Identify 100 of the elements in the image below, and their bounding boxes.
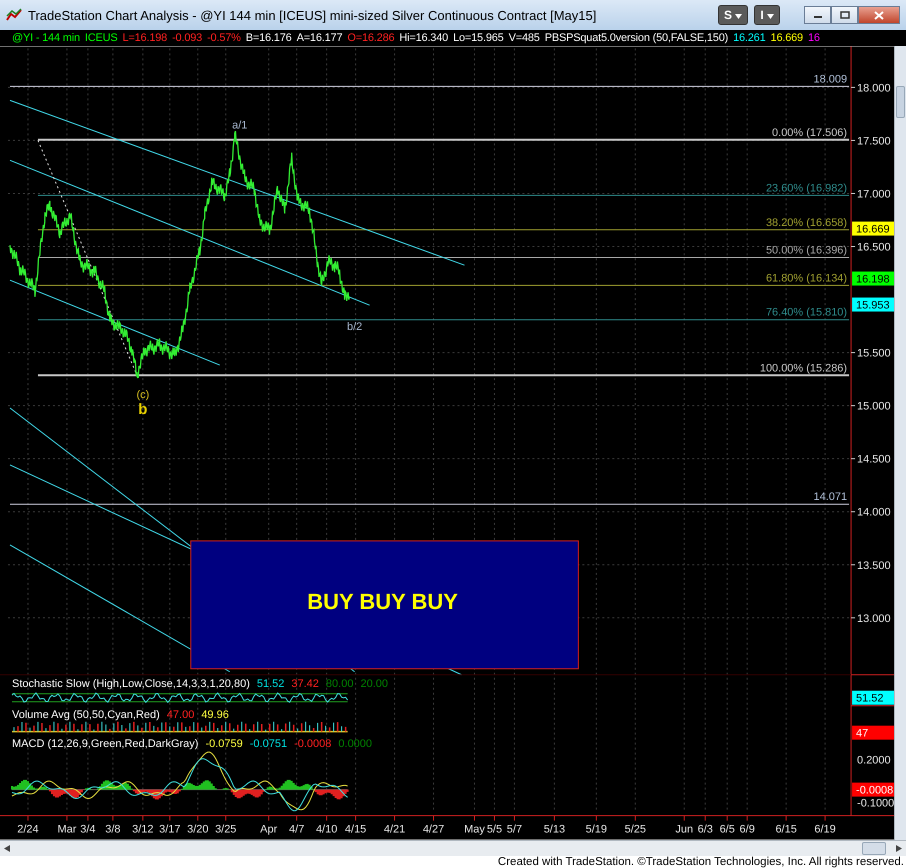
toolbar-menu-button[interactable]: S (718, 5, 748, 25)
date-axis-label: 4/21 (384, 824, 406, 836)
price-axis-label: 17.500 (857, 135, 891, 148)
date-axis-label: 4/7 (289, 824, 304, 836)
indicator-label: Stochastic Slow (High,Low,Close,14,3,3,1,20,80) (12, 678, 250, 691)
date-axis-label: 3/4 (80, 824, 96, 836)
date-axis-label: 5/19 (586, 824, 608, 836)
indicator-marker-label: 47 (856, 728, 868, 740)
price-axis-label: 15.000 (857, 400, 891, 413)
date-axis-label: 6/9 (740, 824, 755, 836)
status-value: B=16.176 (246, 32, 292, 44)
status-value: Hi=16.340 (399, 32, 448, 44)
date-axis-label: 6/5 (720, 824, 735, 836)
date-axis-label: Apr (260, 824, 278, 836)
date-axis-label: 3/25 (215, 824, 236, 836)
price-axis-label: 16.500 (857, 242, 891, 254)
status-value: Lo=15.965 (453, 32, 504, 44)
wave-label: a/1 (232, 119, 248, 132)
macd-axis-label: 0.2000 (857, 754, 891, 767)
level-label: 18.009 (814, 73, 848, 86)
date-axis-label: 4/10 (316, 824, 338, 836)
status-value: PBSPSquat5.0version (50,FALSE,150) (544, 32, 728, 44)
date-axis-label: 6/19 (814, 824, 836, 836)
status-value: 16 (808, 32, 820, 44)
close-button[interactable] (858, 6, 900, 24)
status-value: V=485 (508, 32, 540, 44)
price-axis-label: 13.000 (857, 612, 891, 625)
vertical-scrollbar[interactable] (894, 46, 906, 840)
horizontal-scrollbar[interactable] (0, 840, 906, 856)
status-value: 16.669 (770, 32, 803, 44)
date-axis-label: May (464, 824, 485, 836)
date-axis-label: Mar (57, 824, 76, 836)
fibonacci-label: 50.00% (16.396) (766, 244, 848, 257)
price-axis-label: 18.000 (857, 82, 891, 94)
date-axis-label: 5/7 (506, 824, 522, 836)
indicator-marker-label: -0.0008 (856, 784, 894, 797)
price-axis-label: 14.000 (857, 506, 891, 519)
caret-icon (767, 14, 774, 19)
scroll-left-icon[interactable] (4, 845, 10, 852)
fibonacci-label: 38.20% (16.658) (766, 216, 848, 229)
indicator-label: MACD (12,26,9,Green,Red,DarkGray) (12, 738, 198, 751)
chart-icon (6, 8, 22, 22)
date-axis-label: 5/13 (544, 824, 566, 836)
indicator-value: 20.00 (360, 678, 388, 691)
macd-axis-label: -0.1000 (857, 798, 894, 810)
window-title: TradeStation Chart Analysis - @YI 144 min [ICEUS] mini-sized Silver Continuous Contract [May15] (28, 8, 596, 22)
indicator-value: -0.0751 (250, 738, 288, 751)
price-axis-label: 14.500 (857, 454, 891, 466)
status-value: L=16.198 (122, 32, 168, 44)
status-value: A=16.177 (296, 32, 342, 44)
fibonacci-label: 0.00% (17.506) (772, 126, 848, 139)
date-axis-label: 2/24 (17, 824, 39, 836)
price-marker-label: 16.669 (856, 224, 890, 236)
date-axis-label: 5/25 (624, 824, 646, 836)
indicator-value: 37.42 (291, 678, 319, 691)
wave-label: b (138, 401, 148, 418)
fibonacci-label: 61.80% (16.134) (766, 272, 848, 284)
price-marker-label: 16.198 (856, 274, 890, 286)
date-axis-label: 6/15 (775, 824, 797, 836)
indicator-value: 0.0000 (338, 738, 372, 751)
fibonacci-label: 23.60% (16.982) (766, 182, 848, 194)
fibonacci-label: 100.00% (15.286) (760, 362, 848, 374)
date-axis-label: 5/5 (486, 824, 502, 836)
level-label: 14.071 (814, 491, 848, 504)
price-axis-label: 15.500 (857, 348, 891, 360)
wave-label: (c) (136, 389, 150, 402)
toolbar-menu-button[interactable]: I (754, 5, 780, 25)
indicator-marker-label: 51.52 (856, 692, 884, 705)
minimize-button[interactable] (804, 6, 831, 24)
date-axis-label: 3/12 (132, 824, 154, 836)
price-axis-label: 17.000 (857, 188, 891, 200)
indicator-value: 51.52 (256, 678, 284, 691)
price-marker-label: 15.953 (856, 300, 890, 312)
scroll-thumb[interactable] (896, 86, 905, 118)
indicator-value: -0.0759 (205, 738, 243, 751)
status-value: -0.57% (207, 32, 241, 44)
indicator-label: Volume Avg (50,50,Cyan,Red) (12, 709, 160, 722)
status-value: ICEUS (84, 32, 118, 44)
maximize-button[interactable] (831, 6, 858, 24)
date-axis-label: 4/27 (422, 824, 444, 836)
status-value: 16.261 (733, 32, 766, 44)
caret-icon (735, 14, 742, 19)
wave-label: b/2 (346, 321, 362, 334)
date-axis-label: 3/20 (187, 824, 208, 836)
indicator-value: 80.00 (326, 678, 354, 691)
fibonacci-label: 76.40% (15.810) (766, 306, 848, 319)
status-value: -0.093 (172, 32, 202, 44)
price-axis-label: 13.500 (857, 560, 891, 572)
date-axis-label: Jun (675, 824, 694, 836)
scroll-thumb[interactable] (862, 842, 886, 855)
indicator-value: -0.0008 (294, 738, 332, 751)
indicator-value: 49.96 (201, 709, 229, 722)
copyright-text: Created with TradeStation. ©TradeStation Technologies, Inc. All rights reserved. (498, 856, 904, 868)
indicator-value: 47.00 (166, 709, 194, 722)
date-axis-label: 3/17 (159, 824, 180, 836)
scroll-right-icon[interactable] (896, 845, 902, 852)
date-axis-label: 6/3 (698, 824, 713, 836)
status-value: O=16.286 (347, 32, 394, 44)
status-value: @YI - 144 min (12, 32, 80, 44)
close-icon (874, 10, 884, 20)
